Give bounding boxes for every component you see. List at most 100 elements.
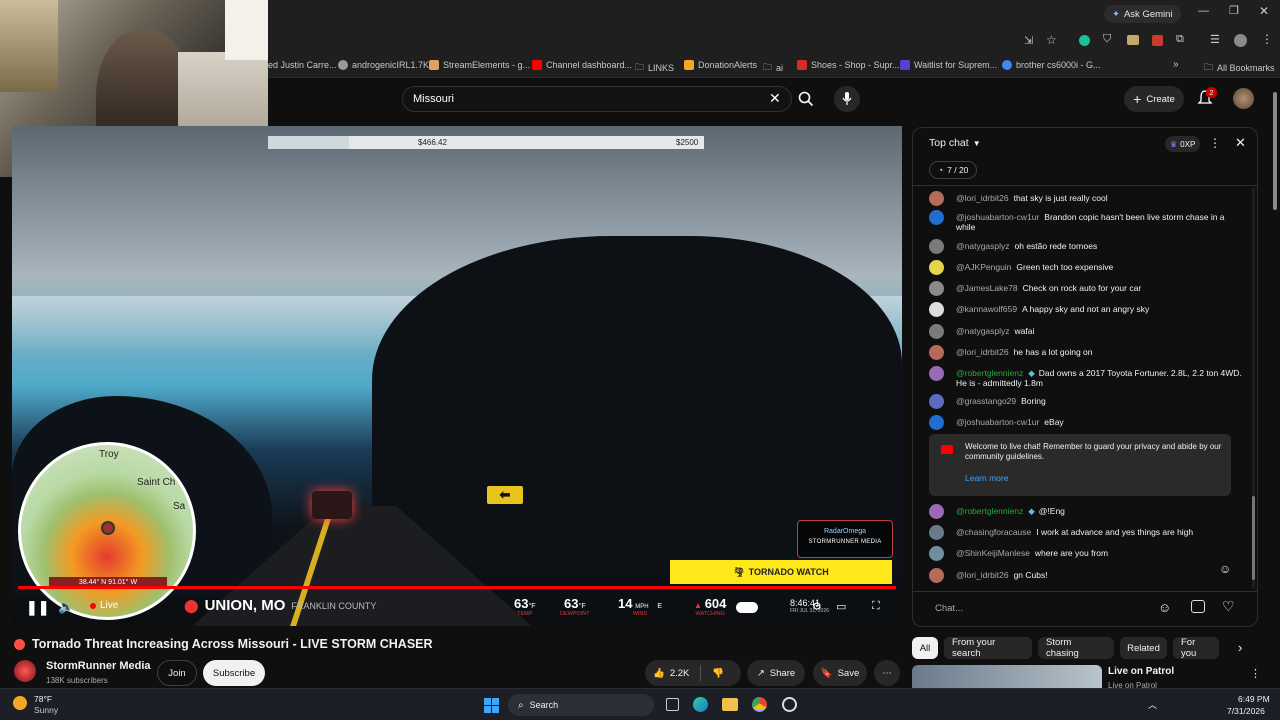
extension-grammarly-icon[interactable] <box>1079 35 1090 46</box>
emoji-icon[interactable]: ☺ <box>1158 600 1171 615</box>
fullscreen-icon[interactable]: ⛶ <box>872 600 880 613</box>
minimize-icon[interactable]: — <box>1198 5 1209 17</box>
message-author[interactable]: @kannawolf659 <box>956 304 1017 314</box>
bookmarks-overflow-icon[interactable]: » <box>1173 59 1179 70</box>
media-controls-icon[interactable]: ☰ <box>1210 33 1220 46</box>
message-author[interactable]: @JamesLake78 <box>956 283 1018 293</box>
chat-menu-icon[interactable]: ⋮ <box>1209 136 1221 150</box>
channel-avatar[interactable] <box>14 660 36 682</box>
search-box[interactable]: Missouri <box>402 86 792 112</box>
chrome-icon[interactable] <box>752 697 767 712</box>
message-author[interactable]: @natygasplyz <box>956 241 1010 251</box>
message-author[interactable]: @lori_idrbit26 <box>956 347 1009 357</box>
learn-more-link[interactable]: Learn more <box>965 473 1008 483</box>
message-author[interactable]: @lori_idrbit26 <box>956 193 1009 203</box>
join-button[interactable]: Join <box>157 660 197 686</box>
chip-storm-chasing[interactable]: Storm chasing <box>1038 637 1114 659</box>
message-author[interactable]: @AJKPenguin <box>956 262 1011 272</box>
create-button[interactable]: + Create <box>1124 86 1184 112</box>
system-tray-chevron-icon[interactable]: ︿ <box>1148 698 1157 711</box>
bookmark-item[interactable]: DonationAlerts <box>684 60 757 70</box>
bookmark-folder[interactable]: 🗀 ai <box>763 60 783 76</box>
chip-all[interactable]: All <box>912 637 938 659</box>
volume-icon[interactable]: 🔈 <box>58 599 74 615</box>
profile-icon[interactable] <box>1234 34 1247 47</box>
extension-shield-icon[interactable]: ⛉ <box>1103 33 1111 46</box>
bookmark-item[interactable]: Channel dashboard... <box>532 60 632 70</box>
bookmark-item[interactable]: Shoes - Shop - Supr... <box>797 60 900 70</box>
notifications-button[interactable]: 2 <box>1197 87 1217 111</box>
message-author[interactable]: @grasstango29 <box>956 396 1016 406</box>
weather-sun-icon[interactable] <box>13 696 27 710</box>
message-author[interactable]: @ShinKeijiManlese <box>956 548 1030 558</box>
message-author[interactable]: @joshuabarton-cw1ur <box>956 212 1039 222</box>
recommended-thumbnail[interactable] <box>912 665 1102 688</box>
message-author[interactable]: @lori_idrbit26 <box>956 570 1009 580</box>
super-chat-icon[interactable] <box>1191 600 1205 613</box>
like-icon[interactable]: 👍 <box>653 668 665 679</box>
start-button[interactable] <box>484 698 499 713</box>
pause-icon[interactable]: ❚❚ <box>26 599 49 616</box>
close-window-icon[interactable]: ✕ <box>1259 4 1269 18</box>
voice-search-button[interactable] <box>834 86 860 112</box>
extensions-puzzle-icon[interactable]: ⧉ <box>1176 33 1184 46</box>
bookmark-item[interactable]: androgenicIRL1.7K <box>338 60 429 70</box>
live-indicator[interactable]: Live <box>90 600 118 611</box>
obs-icon[interactable] <box>782 697 797 712</box>
dislike-icon[interactable]: 👎 <box>712 668 724 679</box>
save-button[interactable]: 🔖 Save <box>813 660 867 686</box>
message-author[interactable]: @robertglennienz <box>956 368 1023 378</box>
settings-icon[interactable]: ⚙ <box>812 600 822 613</box>
bookmark-folder[interactable]: 🗀 LINKS <box>635 60 674 76</box>
message-author[interactable]: @joshuabarton-cw1ur <box>956 417 1039 427</box>
message-author[interactable]: @natygasplyz <box>956 326 1010 336</box>
ask-gemini-button[interactable]: ✦ Ask Gemini <box>1104 5 1181 23</box>
bookmark-star-icon[interactable]: ☆ <box>1046 33 1057 47</box>
message-author[interactable]: @robertglennienz <box>956 506 1023 516</box>
search-button[interactable] <box>792 86 820 112</box>
chip-related[interactable]: Related <box>1120 637 1167 659</box>
chat-scrollbar[interactable] <box>1252 188 1255 588</box>
share-button[interactable]: ↗ Share <box>747 660 805 686</box>
page-scrollbar-thumb[interactable] <box>1273 92 1277 210</box>
more-actions-button[interactable]: ⋯ <box>874 660 900 686</box>
heart-icon[interactable]: ♡ <box>1222 598 1235 615</box>
xp-badge[interactable]: ♛ 0XP <box>1165 136 1201 152</box>
extension-hat-icon[interactable] <box>1127 35 1139 45</box>
recommended-title[interactable]: Live on Patrol <box>1108 666 1174 677</box>
weather-temp[interactable]: 78°F <box>34 694 52 704</box>
all-bookmarks-button[interactable]: 🗀 All Bookmarks <box>1204 60 1275 76</box>
account-avatar[interactable] <box>1233 88 1254 109</box>
recommended-more-icon[interactable]: ⋮ <box>1250 667 1261 680</box>
search-input[interactable]: Missouri <box>413 93 454 105</box>
emoji-reaction-icon[interactable]: ☺ <box>1219 562 1231 576</box>
bookmark-item[interactable]: ed Justin Carre... <box>268 60 337 70</box>
browser-menu-icon[interactable]: ⋮ <box>1261 32 1273 46</box>
bookmark-item[interactable]: brother cs6000i - G... <box>1002 60 1101 70</box>
close-chat-icon[interactable]: ✕ <box>1235 135 1246 151</box>
taskbar-date[interactable]: 7/31/2026 <box>1227 706 1265 716</box>
taskbar-time[interactable]: 6:49 PM <box>1238 694 1270 704</box>
clear-search-icon[interactable]: ✕ <box>769 90 781 107</box>
autoplay-toggle[interactable] <box>736 602 758 613</box>
chip-from-search[interactable]: From your search <box>944 637 1032 659</box>
install-icon[interactable]: ⇲ <box>1024 34 1033 47</box>
subscribe-button[interactable]: Subscribe <box>203 660 265 686</box>
task-view-icon[interactable] <box>666 698 679 711</box>
chips-next-icon[interactable]: › <box>1238 640 1242 655</box>
bookmark-item[interactable]: StreamElements - g... <box>429 60 530 70</box>
file-explorer-icon[interactable] <box>722 698 738 711</box>
chip-for-you[interactable]: For you <box>1173 637 1219 659</box>
chat-input[interactable]: Chat... <box>935 603 963 614</box>
taskbar-search[interactable]: ⌕ Search <box>508 694 654 716</box>
extension-red-icon[interactable] <box>1152 35 1163 46</box>
live-progress-bar[interactable] <box>18 586 896 589</box>
channel-name[interactable]: StormRunner Media <box>46 660 151 672</box>
like-count[interactable]: 2.2K <box>670 668 690 679</box>
maximize-icon[interactable]: ❐ <box>1229 4 1239 17</box>
edge-icon[interactable] <box>693 697 708 712</box>
message-author[interactable]: @chasingforacause <box>956 527 1031 537</box>
chat-mode-dropdown[interactable]: Top chat ▼ <box>929 137 981 149</box>
chat-scrollbar-thumb[interactable] <box>1252 496 1255 580</box>
theater-mode-icon[interactable]: ▭ <box>836 600 846 613</box>
